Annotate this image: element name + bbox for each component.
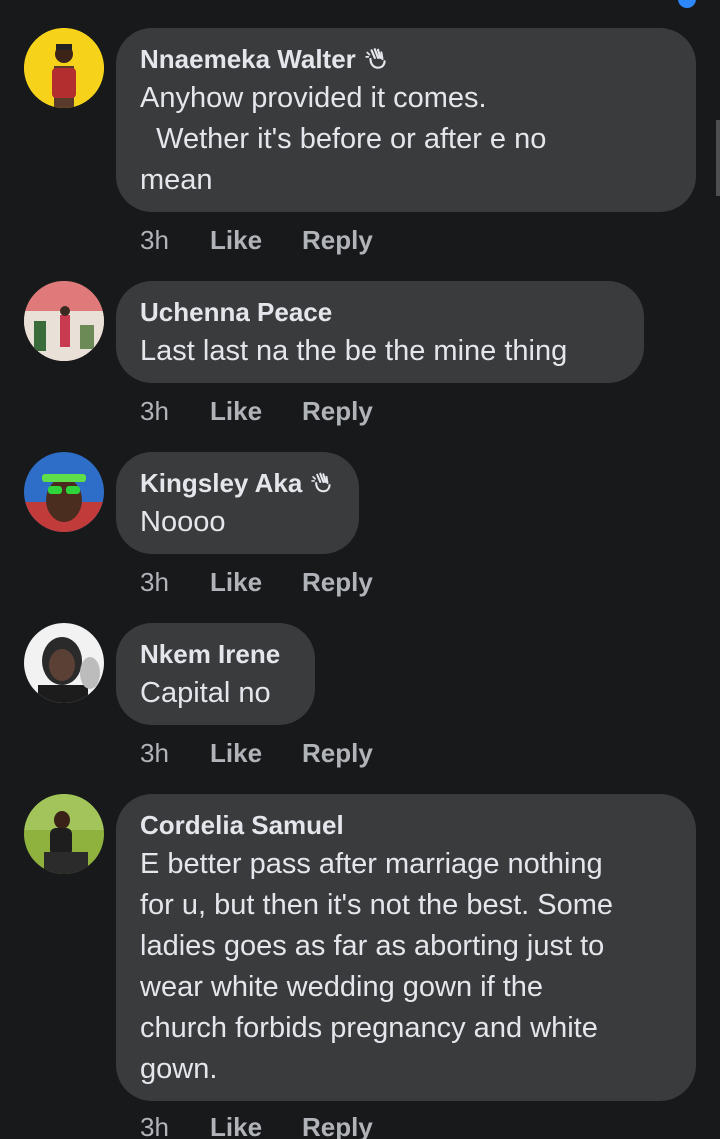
reply-button[interactable]: Reply xyxy=(302,1112,373,1139)
timestamp[interactable]: 3h xyxy=(140,396,210,426)
timestamp[interactable]: 3h xyxy=(140,738,210,768)
timestamp[interactable]: 3h xyxy=(140,1112,210,1139)
waving-hand-icon xyxy=(365,48,386,69)
author-name[interactable]: Uchenna Peace xyxy=(140,295,332,329)
comment-text: Noooo xyxy=(140,506,226,538)
comment-author[interactable]: Nkem Irene xyxy=(140,637,291,671)
avatar[interactable] xyxy=(24,623,104,703)
comment-text: Capital no xyxy=(140,677,271,709)
comments-screen: Nnaemeka Walter Anyhow provided it comes… xyxy=(0,0,720,1139)
like-button[interactable]: Like xyxy=(210,1112,302,1139)
like-button[interactable]: Like xyxy=(210,225,302,255)
scrollbar[interactable] xyxy=(716,120,720,196)
author-name[interactable]: Nnaemeka Walter xyxy=(140,42,356,76)
comment-actions: 3h Like Reply xyxy=(140,396,373,426)
avatar[interactable] xyxy=(24,452,104,532)
notification-dot xyxy=(678,0,696,8)
comment-bubble[interactable]: Nkem Irene Capital no xyxy=(116,623,315,725)
comment-author[interactable]: Cordelia Samuel xyxy=(140,808,672,842)
comment-actions: 3h Like Reply xyxy=(140,738,373,768)
avatar[interactable] xyxy=(24,794,104,874)
comment-bubble[interactable]: Nnaemeka Walter Anyhow provided it comes… xyxy=(116,28,696,212)
avatar[interactable] xyxy=(24,281,104,361)
avatar[interactable] xyxy=(24,28,104,108)
author-name[interactable]: Kingsley Aka xyxy=(140,466,302,500)
comment-author[interactable]: Nnaemeka Walter xyxy=(140,42,672,76)
reply-button[interactable]: Reply xyxy=(302,225,373,255)
comment-bubble[interactable]: Uchenna Peace Last last na the be the mi… xyxy=(116,281,644,383)
waving-hand-icon xyxy=(311,472,331,493)
comment-author[interactable]: Kingsley Aka xyxy=(140,466,335,500)
top-strip xyxy=(0,0,720,8)
comment-actions: 3h Like Reply xyxy=(140,1112,373,1139)
like-button[interactable]: Like xyxy=(210,738,302,768)
reply-button[interactable]: Reply xyxy=(302,738,373,768)
comment-text: E better pass after marriage nothing for… xyxy=(140,848,614,1085)
like-button[interactable]: Like xyxy=(210,567,302,597)
comment-text: Last last na the be the mine thing xyxy=(140,335,568,367)
author-name[interactable]: Nkem Irene xyxy=(140,637,280,671)
reply-button[interactable]: Reply xyxy=(302,567,373,597)
like-button[interactable]: Like xyxy=(210,396,302,426)
reply-button[interactable]: Reply xyxy=(302,396,373,426)
timestamp[interactable]: 3h xyxy=(140,225,210,255)
comment-bubble[interactable]: Cordelia Samuel E better pass after marr… xyxy=(116,794,696,1101)
comment-bubble[interactable]: Kingsley Aka Noooo xyxy=(116,452,359,554)
comment-actions: 3h Like Reply xyxy=(140,567,373,597)
comment-text: Anyhow provided it comes. Wether it's be… xyxy=(140,82,547,196)
comment-actions: 3h Like Reply xyxy=(140,225,373,255)
comment-author[interactable]: Uchenna Peace xyxy=(140,295,620,329)
timestamp[interactable]: 3h xyxy=(140,567,210,597)
author-name[interactable]: Cordelia Samuel xyxy=(140,808,344,842)
